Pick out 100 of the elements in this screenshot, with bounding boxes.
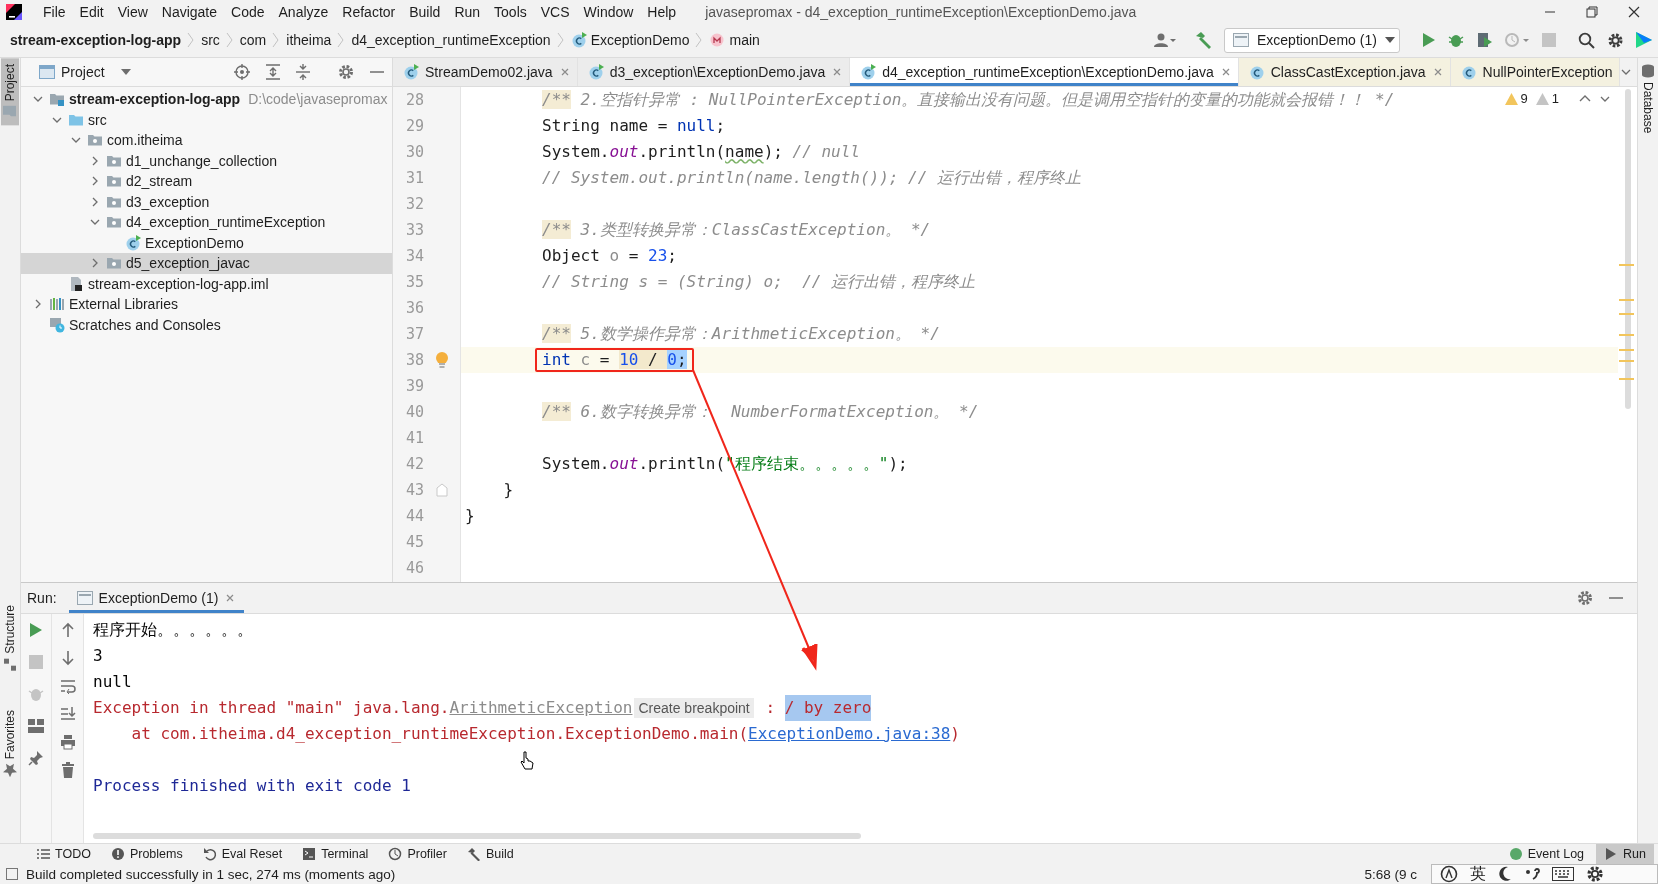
locate-icon[interactable] xyxy=(234,64,250,80)
breadcrumb[interactable]: stream-exception-log-app xyxy=(10,32,188,48)
tool-window-tab[interactable]: Favorites xyxy=(1,703,19,783)
warning-count[interactable]: 9 xyxy=(1504,91,1528,106)
tree-item[interactable]: com.itheima xyxy=(21,130,392,151)
caret-icon xyxy=(120,69,131,75)
close-icon[interactable] xyxy=(1628,5,1640,18)
menu-item[interactable]: Analyze xyxy=(271,0,336,23)
collapse-all-icon[interactable] xyxy=(296,64,310,80)
restore-icon[interactable] xyxy=(1586,5,1598,18)
library-icon xyxy=(49,296,65,313)
editor-tab[interactable]: ClassCastException.java xyxy=(1238,58,1451,86)
bug-icon[interactable] xyxy=(1448,32,1464,48)
down-arrow-icon[interactable] xyxy=(60,650,75,666)
pin-icon[interactable] xyxy=(28,750,44,766)
menu-item[interactable]: File xyxy=(36,0,73,23)
menu-item[interactable]: Refactor xyxy=(335,0,403,23)
scrollbar[interactable] xyxy=(93,833,861,839)
tool-window-button[interactable]: Profiler xyxy=(380,844,455,864)
tool-window-button[interactable]: TODO xyxy=(28,844,99,864)
breadcrumb[interactable]: main xyxy=(709,32,766,48)
tool-window-tab[interactable]: Structure xyxy=(1,598,19,678)
error-text: at com.itheima.d4_exception_runtimeException.ExceptionDemo.main( xyxy=(130,723,749,745)
tree-item[interactable]: stream-exception-log-app D:\code\javasepromax xyxy=(21,89,392,110)
keyboard-icon[interactable] xyxy=(1552,867,1574,881)
coverage-icon[interactable] xyxy=(1476,32,1492,48)
editor-tab[interactable]: NullPointerException xyxy=(1450,58,1620,86)
expand-all-icon[interactable] xyxy=(266,64,280,80)
menu-item[interactable]: Window xyxy=(576,0,641,23)
breadcrumb[interactable]: d4_exception_runtimeException xyxy=(351,32,557,48)
settings-icon[interactable] xyxy=(1586,865,1604,883)
chevron-icon xyxy=(695,32,704,48)
menu-item[interactable]: View xyxy=(110,0,155,23)
menu-item[interactable]: Code xyxy=(224,0,272,23)
editor-tab[interactable]: StreamDemo02.java xyxy=(393,58,578,86)
menu-item[interactable]: Edit xyxy=(72,0,111,23)
source-link[interactable]: ExceptionDemo.java:38 xyxy=(748,721,951,747)
breadcrumb[interactable]: itheima xyxy=(286,32,338,48)
search-icon[interactable] xyxy=(1578,31,1595,49)
scroll-to-end-icon[interactable] xyxy=(59,706,76,722)
editor-tab[interactable]: d4_exception_runtimeException\ExceptionDemo.java xyxy=(850,58,1239,86)
print-icon[interactable] xyxy=(59,734,76,750)
run-configuration-dropdown[interactable]: ExceptionDemo (1) xyxy=(1224,27,1400,53)
tree-item[interactable]: Scratches and Consoles xyxy=(21,314,392,335)
menu-item[interactable]: VCS xyxy=(533,0,577,23)
caret-position[interactable]: 5:68 (9 c xyxy=(1364,866,1417,882)
ime-mode[interactable]: 英 xyxy=(1470,863,1486,884)
editor-tab[interactable]: d3_exception\ExceptionDemo.java xyxy=(577,58,851,86)
status-icon[interactable] xyxy=(6,868,18,880)
tool-window-button[interactable]: Run xyxy=(1596,844,1654,864)
tool-window-tab[interactable]: Project xyxy=(1,58,19,126)
up-arrow-icon[interactable] xyxy=(60,622,75,638)
menu-item[interactable]: Tools xyxy=(487,0,534,23)
run-icon[interactable] xyxy=(1422,32,1436,48)
menu-item[interactable]: Run xyxy=(447,0,488,23)
breadcrumb[interactable]: ExceptionDemo xyxy=(570,32,696,48)
folder-icon xyxy=(87,132,103,149)
line-number: 30 xyxy=(404,143,424,161)
punctuation-icon[interactable] xyxy=(1524,866,1540,882)
tree-item[interactable]: d2_stream xyxy=(21,171,392,192)
tool-window-button[interactable]: Event Log xyxy=(1500,844,1593,864)
tool-window-button[interactable]: Build xyxy=(459,844,522,864)
menu-item[interactable]: Build xyxy=(402,0,448,23)
tree-item[interactable]: stream-exception-log-app.iml xyxy=(21,273,392,294)
ime-logo-icon[interactable] xyxy=(1440,865,1458,883)
line-number: 29 xyxy=(404,117,424,135)
layout-icon[interactable] xyxy=(28,719,44,733)
hammer-icon[interactable] xyxy=(1194,31,1212,49)
user-icon[interactable] xyxy=(1154,32,1176,48)
tree-item[interactable]: d3_exception xyxy=(21,191,392,212)
tool-window-button[interactable]: Terminal xyxy=(294,844,377,864)
chevron-icon xyxy=(272,32,281,48)
tool-window-tab[interactable]: Database xyxy=(1639,58,1657,140)
breadcrumb[interactable]: com xyxy=(239,32,273,48)
tree-item[interactable]: External Libraries xyxy=(21,294,392,315)
line-number: 38 xyxy=(404,351,424,369)
breadcrumb[interactable]: src xyxy=(201,32,226,48)
hammer-icon xyxy=(467,847,481,861)
tree-item[interactable]: d5_exception_javac xyxy=(21,253,392,274)
tree-item[interactable]: d1_unchange_collection xyxy=(21,150,392,171)
tree-item[interactable]: d4_exception_runtimeException xyxy=(21,212,392,233)
app-logo-icon[interactable] xyxy=(6,3,22,20)
menu-item[interactable]: Navigate xyxy=(154,0,225,23)
star-icon xyxy=(3,763,17,777)
tree-item[interactable]: ExceptionDemo xyxy=(21,232,392,253)
line-number: 28 xyxy=(404,91,424,109)
chevron-icon xyxy=(225,32,234,48)
tool-window-button[interactable]: Eval Reset xyxy=(194,844,291,864)
run-tab[interactable]: ExceptionDemo (1) xyxy=(68,583,245,613)
trash-icon[interactable] xyxy=(60,762,75,778)
chevron-icon xyxy=(187,32,196,48)
weak-warning-count[interactable]: 1 xyxy=(1535,91,1559,106)
tree-item[interactable]: src xyxy=(21,109,392,130)
menu-item[interactable]: Help xyxy=(640,0,684,23)
tool-window-button[interactable]: Problems xyxy=(102,844,191,864)
rerun-icon[interactable] xyxy=(29,622,43,638)
settings-icon[interactable] xyxy=(1607,31,1624,49)
panel-title[interactable]: Project xyxy=(29,64,131,80)
soft-wrap-icon[interactable] xyxy=(59,678,76,694)
moon-icon[interactable] xyxy=(1498,866,1512,882)
